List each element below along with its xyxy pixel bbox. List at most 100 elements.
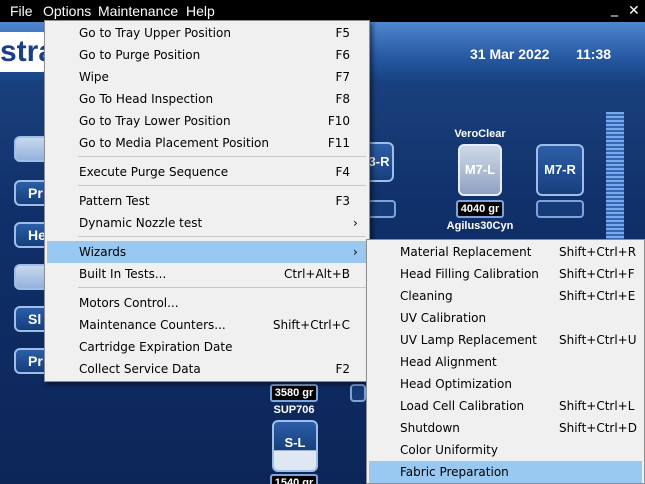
menu-item-tray-lower[interactable]: Go to Tray Lower Position F10 — [47, 110, 367, 132]
menu-separator — [78, 156, 366, 157]
menu-item-shortcut: Shift+Ctrl+D — [559, 421, 637, 435]
maintenance-menu: Go to Tray Upper Position F5 Go to Purge P… — [44, 20, 370, 382]
cartridge-weight-s-l: 1540 gr — [270, 474, 318, 484]
wizard-load-cell-calibration[interactable]: Load Cell Calibration Shift+Ctrl+L — [369, 395, 642, 417]
menu-file[interactable]: File — [10, 3, 33, 19]
menu-item-label: Built In Tests... — [79, 267, 167, 281]
menu-item-label: Go To Head Inspection — [79, 92, 214, 106]
menu-item-shortcut: Ctrl+Alt+B — [284, 267, 350, 281]
menu-item-label: Head Alignment — [400, 355, 497, 369]
menu-maintenance[interactable]: Maintenance — [98, 3, 178, 19]
cartridge-weight-m7-r — [536, 200, 584, 218]
menu-help[interactable]: Help — [186, 3, 215, 19]
cartridge-m7-l[interactable]: M7-L — [458, 144, 502, 196]
material-label-agilus: Agilus30Cyn — [446, 220, 514, 232]
menu-item-label: Pattern Test — [79, 194, 150, 208]
wizards-submenu: Material Replacement Shift+Ctrl+R Head Fil… — [366, 239, 645, 484]
close-button[interactable]: ✕ — [628, 3, 640, 19]
menu-item-collect-service-data[interactable]: Collect Service Data F2 — [47, 358, 367, 380]
menu-item-execute-purge[interactable]: Execute Purge Sequence F4 — [47, 161, 367, 183]
menu-item-label: UV Lamp Replacement — [400, 333, 537, 347]
menu-item-shortcut: F8 — [335, 92, 350, 106]
menu-item-label: Go to Tray Lower Position — [79, 114, 231, 128]
menu-item-label: Execute Purge Sequence — [79, 165, 229, 179]
menu-item-wizards[interactable]: Wizards › — [47, 241, 367, 263]
wizard-uv-calibration[interactable]: UV Calibration — [369, 307, 642, 329]
menu-item-label: Head Optimization — [400, 377, 512, 391]
wizard-head-filling-calibration[interactable]: Head Filling Calibration Shift+Ctrl+F — [369, 263, 642, 285]
menu-separator — [78, 236, 366, 237]
menu-bar: File Options Maintenance Help _ ✕ — [0, 0, 645, 22]
menu-item-head-inspection[interactable]: Go To Head Inspection F8 — [47, 88, 367, 110]
menu-item-tray-upper[interactable]: Go to Tray Upper Position F5 — [47, 22, 367, 44]
menu-item-maintenance-counters[interactable]: Maintenance Counters... Shift+Ctrl+C — [47, 314, 367, 336]
menu-item-wipe[interactable]: Wipe F7 — [47, 66, 367, 88]
menu-item-shortcut: Shift+Ctrl+E — [559, 289, 636, 303]
menu-item-shortcut: Shift+Ctrl+R — [559, 245, 637, 259]
menu-item-cartridge-expiration[interactable]: Cartridge Expiration Date — [47, 336, 367, 358]
menu-item-label: Dynamic Nozzle test — [79, 216, 203, 230]
cartridge-label: 3-R — [368, 154, 390, 169]
wizard-head-alignment[interactable]: Head Alignment — [369, 351, 642, 373]
menu-options[interactable]: Options — [43, 3, 91, 19]
wizard-fabric-preparation[interactable]: Fabric Preparation — [369, 461, 642, 483]
menu-item-shortcut: F5 — [335, 26, 350, 40]
menu-item-label: Cleaning — [400, 289, 453, 303]
submenu-arrow-icon: › — [353, 216, 358, 230]
menu-item-label: Wipe — [79, 70, 109, 84]
menu-item-shortcut: F10 — [327, 114, 350, 128]
wizard-uv-lamp-replacement[interactable]: UV Lamp Replacement Shift+Ctrl+U — [369, 329, 642, 351]
menu-item-motors-control[interactable]: Motors Control... — [47, 292, 367, 314]
menu-separator — [78, 287, 366, 288]
material-label-sup706: SUP706 — [273, 404, 315, 416]
menu-item-label: Motors Control... — [79, 296, 179, 310]
menu-item-label: Wizards — [79, 245, 127, 259]
wizard-cleaning[interactable]: Cleaning Shift+Ctrl+E — [369, 285, 642, 307]
cartridge-weight-m7-l: 4040 gr — [456, 200, 504, 218]
menu-item-label: Cartridge Expiration Date — [79, 340, 233, 354]
cartridge-label: M7-R — [544, 162, 576, 177]
menu-item-shortcut: F11 — [327, 136, 350, 150]
menu-item-shortcut: Shift+Ctrl+C — [272, 318, 350, 332]
menu-item-label: Go to Tray Upper Position — [79, 26, 231, 40]
menu-item-shortcut: Shift+Ctrl+U — [559, 333, 637, 347]
menu-item-label: Go to Media Placement Position — [79, 136, 269, 150]
menu-item-shortcut: Shift+Ctrl+L — [559, 399, 635, 413]
time-display: 11:38 — [576, 46, 612, 62]
cartridge-partial-r[interactable]: 3-R — [366, 142, 394, 182]
cartridge-label: S-L — [284, 435, 306, 450]
menu-item-shortcut: F6 — [335, 48, 350, 62]
minimize-button[interactable]: _ — [611, 1, 618, 17]
wizard-head-optimization[interactable]: Head Optimization — [369, 373, 642, 395]
wizard-material-replacement[interactable]: Material Replacement Shift+Ctrl+R — [369, 241, 642, 263]
menu-item-shortcut: F7 — [335, 70, 350, 84]
menu-item-media-placement[interactable]: Go to Media Placement Position F11 — [47, 132, 367, 154]
menu-item-label: Fabric Preparation — [400, 465, 509, 479]
menu-item-pattern-test[interactable]: Pattern Test F3 — [47, 190, 367, 212]
wizard-shutdown[interactable]: Shutdown Shift+Ctrl+D — [369, 417, 642, 439]
menu-item-dynamic-nozzle[interactable]: Dynamic Nozzle test › — [47, 212, 367, 234]
menu-item-purge-position[interactable]: Go to Purge Position F6 — [47, 44, 367, 66]
cartridge-s-l[interactable]: S-L — [272, 420, 318, 472]
cartridge-weight-sup: 3580 gr — [270, 384, 318, 402]
menu-item-label: Head Filling Calibration — [400, 267, 539, 281]
menu-item-shortcut: F3 — [335, 194, 350, 208]
menu-item-shortcut: F4 — [335, 165, 350, 179]
menu-item-label: Material Replacement — [400, 245, 532, 259]
cartridge-weight-empty-2 — [350, 384, 366, 402]
cartridge-label: M7-L — [464, 162, 496, 177]
menu-item-built-in-tests[interactable]: Built In Tests... Ctrl+Alt+B — [47, 263, 367, 285]
wizard-color-uniformity[interactable]: Color Uniformity — [369, 439, 642, 461]
menu-item-label: Shutdown — [400, 421, 460, 435]
menu-separator — [78, 185, 366, 186]
date-display: 31 Mar 2022 — [470, 46, 550, 62]
menu-item-label: Collect Service Data — [79, 362, 201, 376]
menu-item-shortcut: F2 — [335, 362, 350, 376]
cartridge-m7-r[interactable]: M7-R — [536, 144, 584, 196]
menu-item-shortcut: Shift+Ctrl+F — [559, 267, 635, 281]
cartridge-weight-empty — [366, 200, 396, 218]
menu-item-label: UV Calibration — [400, 311, 487, 325]
menu-item-label: Load Cell Calibration — [400, 399, 525, 413]
submenu-arrow-icon: › — [353, 245, 358, 259]
material-label-veroclear: VeroClear — [454, 128, 506, 140]
